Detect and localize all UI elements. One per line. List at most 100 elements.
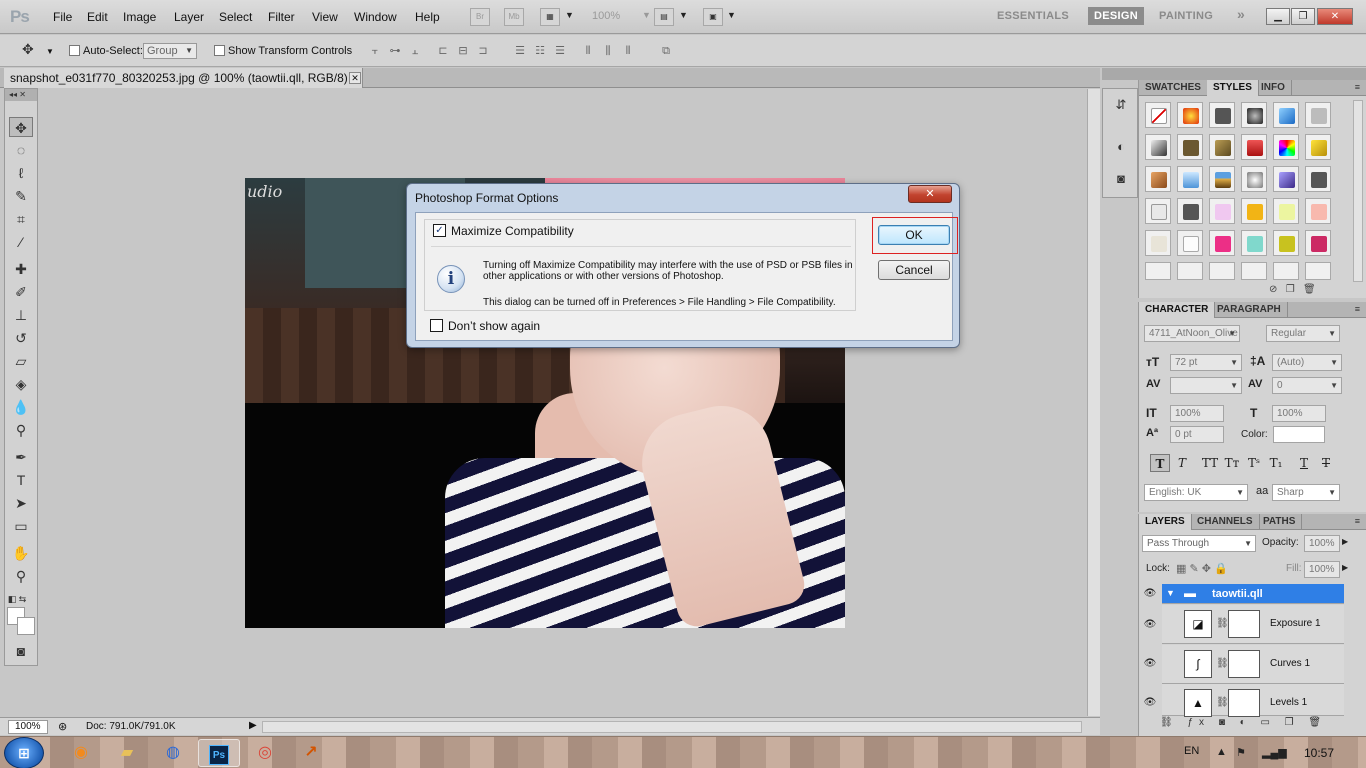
style-swatch[interactable] xyxy=(1145,198,1171,224)
dodge-tool-icon[interactable]: ⚲ xyxy=(9,420,33,440)
lasso-tool-icon[interactable]: ℓ xyxy=(9,163,33,183)
style-swatch[interactable] xyxy=(1305,230,1331,256)
rectangle-tool-icon[interactable]: ▭ xyxy=(9,516,33,536)
auto-select-dropdown[interactable]: Group ▼ xyxy=(143,43,197,59)
network-signal-icon[interactable]: ▂▄▆ xyxy=(1262,746,1287,759)
style-none[interactable] xyxy=(1145,102,1171,128)
style-swatch[interactable] xyxy=(1305,166,1331,192)
quick-mask-icon[interactable]: ◙ xyxy=(9,641,33,661)
auto-select-checkbox[interactable] xyxy=(69,45,80,56)
brush-tool-icon[interactable]: ✐ xyxy=(9,282,33,302)
action-center-icon[interactable]: ⚑ xyxy=(1236,746,1246,759)
align-hcenter-icon[interactable]: ⊟ xyxy=(455,44,471,58)
visibility-eye-icon[interactable]: 👁 xyxy=(1143,588,1157,600)
tab-info[interactable]: INFO xyxy=(1255,80,1292,96)
distribute-left-icon[interactable]: ⫴ xyxy=(580,44,596,58)
panel-menu-icon[interactable]: ≡ xyxy=(1355,304,1360,314)
vertical-scale-field[interactable]: 100% xyxy=(1170,405,1224,422)
tab-swatches[interactable]: SWATCHES xyxy=(1139,80,1208,96)
photoshop-taskbar-button[interactable]: Ps xyxy=(198,739,240,767)
style-swatch[interactable] xyxy=(1305,134,1331,160)
marquee-tool-icon[interactable]: ◌ xyxy=(9,140,33,160)
style-swatch[interactable] xyxy=(1209,102,1235,128)
status-menu-icon[interactable]: ▶ xyxy=(249,720,257,731)
menu-filter[interactable]: Filter xyxy=(268,10,295,24)
layer-mask-thumbnail[interactable] xyxy=(1228,650,1260,678)
layers-footer-icons[interactable]: ⛓ ƒx ◙ ◐ ▭ ❐ 🗑 xyxy=(1160,717,1350,733)
style-swatch[interactable] xyxy=(1241,134,1267,160)
horizontal-scrollbar[interactable] xyxy=(262,721,1082,733)
type-tool-icon[interactable]: T xyxy=(9,470,33,490)
style-swatch[interactable] xyxy=(1145,166,1171,192)
firefox-icon[interactable]: ◉ xyxy=(60,739,102,767)
path-selection-tool-icon[interactable]: ➤ xyxy=(9,493,33,513)
visibility-eye-icon[interactable]: 👁 xyxy=(1143,619,1157,631)
screen-mode-icon[interactable]: ▣ xyxy=(703,8,723,26)
maximize-compatibility-checkbox[interactable]: ✓ xyxy=(433,224,446,237)
chevron-down-icon[interactable]: ▼ xyxy=(46,47,54,56)
subscript-button[interactable]: T₁ xyxy=(1266,454,1286,472)
tracking-field[interactable]: 0 ▼ xyxy=(1272,377,1342,394)
default-colors-icon[interactable]: ◧ ⇆ xyxy=(5,589,29,609)
show-transform-checkbox[interactable] xyxy=(214,45,225,56)
leading-field[interactable]: (Auto) ▼ xyxy=(1272,354,1342,371)
style-swatch[interactable] xyxy=(1305,262,1331,280)
strikethrough-button[interactable]: T xyxy=(1316,454,1336,472)
chevron-down-icon[interactable]: ▼ xyxy=(727,10,736,20)
distribute-hcenter-icon[interactable]: ⫼ xyxy=(600,44,616,58)
cancel-button[interactable]: Cancel xyxy=(878,260,950,280)
tab-channels[interactable]: CHANNELS xyxy=(1191,514,1260,530)
baseline-shift-field[interactable]: 0 pt xyxy=(1170,426,1224,443)
input-language[interactable]: EN xyxy=(1184,745,1199,757)
blur-tool-icon[interactable]: 💧 xyxy=(9,397,33,417)
style-swatch[interactable] xyxy=(1241,262,1267,280)
history-brush-tool-icon[interactable]: ↺ xyxy=(9,328,33,348)
style-swatch[interactable] xyxy=(1209,166,1235,192)
antialias-dropdown[interactable]: Sharp ▼ xyxy=(1272,484,1340,501)
workspace-design[interactable]: DESIGN xyxy=(1088,7,1144,25)
pen-tool-icon[interactable]: ✒ xyxy=(9,447,33,467)
menu-window[interactable]: Window xyxy=(354,10,397,24)
launch-mini-bridge-button[interactable]: Mb xyxy=(504,8,524,26)
distribute-right-icon[interactable]: ⫴ xyxy=(620,44,636,58)
font-style-dropdown[interactable]: Regular ▼ xyxy=(1266,325,1340,342)
opacity-field[interactable]: 100% xyxy=(1304,535,1340,552)
distribute-vcenter-icon[interactable]: ☷ xyxy=(532,44,548,58)
panel-menu-icon[interactable]: ≡ xyxy=(1355,82,1360,92)
healing-brush-tool-icon[interactable]: ✚ xyxy=(9,259,33,279)
restore-icon[interactable]: ❐ xyxy=(1291,8,1315,25)
menu-select[interactable]: Select xyxy=(219,10,252,24)
style-swatch[interactable] xyxy=(1273,102,1299,128)
layer-group-row[interactable]: ▼ ▬ taowtii.qll xyxy=(1162,584,1344,604)
style-swatch[interactable] xyxy=(1273,230,1299,256)
menu-help[interactable]: Help xyxy=(415,10,440,24)
align-bottom-icon[interactable]: ⫠ xyxy=(407,44,423,58)
crop-tool-icon[interactable]: ⌗ xyxy=(9,209,33,229)
kerning-field[interactable]: ▼ xyxy=(1170,377,1242,394)
layer-row[interactable]: ▲ ⛓ Levels 1 xyxy=(1162,684,1344,717)
fill-slider-icon[interactable]: ▶ xyxy=(1342,563,1348,572)
lock-icons[interactable]: ▦ ✎ ✥ 🔒 xyxy=(1176,562,1228,575)
style-swatch[interactable] xyxy=(1145,134,1171,160)
status-info-icon[interactable]: ⊛ xyxy=(58,720,67,733)
distribute-top-icon[interactable]: ☰ xyxy=(512,44,528,58)
fill-field[interactable]: 100% xyxy=(1304,561,1340,578)
superscript-button[interactable]: Tˢ xyxy=(1244,454,1264,472)
menu-view[interactable]: View xyxy=(312,10,338,24)
brush-presets-icon[interactable]: ◐ xyxy=(1113,139,1129,155)
paint-bucket-tool-icon[interactable]: ◈ xyxy=(9,374,33,394)
menu-layer[interactable]: Layer xyxy=(174,10,204,24)
chevron-down-icon[interactable]: ▼ xyxy=(679,10,688,20)
style-swatch[interactable] xyxy=(1209,230,1235,256)
show-hidden-icons[interactable]: ▲ xyxy=(1216,746,1227,758)
style-swatch[interactable] xyxy=(1241,102,1267,128)
text-color-swatch[interactable] xyxy=(1273,426,1325,443)
style-swatch[interactable] xyxy=(1241,166,1267,192)
style-swatch[interactable] xyxy=(1145,230,1171,256)
style-swatch[interactable] xyxy=(1145,262,1171,280)
underline-button[interactable]: T xyxy=(1294,454,1314,472)
style-swatch[interactable] xyxy=(1305,198,1331,224)
clone-stamp-tool-icon[interactable]: ⊥ xyxy=(9,305,33,325)
quick-select-tool-icon[interactable]: ✎ xyxy=(9,186,33,206)
file-explorer-icon[interactable]: ▰ xyxy=(106,739,148,767)
